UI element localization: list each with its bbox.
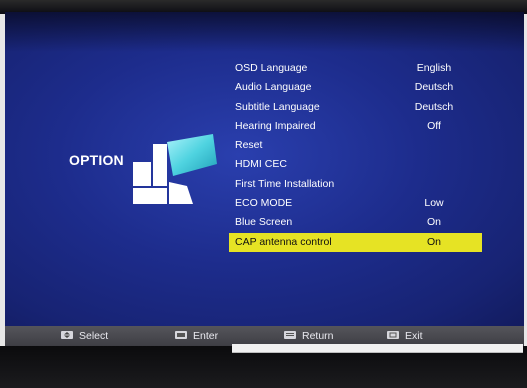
menu-item-first-time-installation[interactable]: First Time Installation (232, 175, 480, 194)
hint-return-label: Return (302, 330, 334, 342)
menu-item-label: HDMI CEC (235, 158, 287, 171)
menu-item-label: Audio Language (235, 81, 312, 94)
exit-key-icon (387, 331, 399, 340)
menu-item-cap-antenna-control[interactable]: CAP antenna control On (229, 232, 482, 252)
menu-item-osd-language[interactable]: OSD Language English (232, 59, 480, 78)
hint-exit[interactable]: Exit (387, 326, 423, 346)
option-cube-icon (133, 134, 217, 204)
hint-select[interactable]: Select (61, 326, 108, 346)
menu-item-label: OSD Language (235, 62, 308, 74)
hint-enter[interactable]: Enter (175, 326, 218, 346)
menu-item-value: English (416, 62, 452, 74)
menu-item-subtitle-language[interactable]: Subtitle Language Deutsch (232, 98, 480, 117)
menu-item-value: Off (427, 119, 441, 132)
menu-item-value: Deutsch (414, 81, 454, 94)
menu-item-reset[interactable]: Reset (232, 136, 480, 155)
menu-item-label: First Time Installation (235, 177, 335, 190)
menu-item-blue-screen[interactable]: Blue Screen On (232, 213, 480, 232)
tv-screen: OPTION OSD Language English Audio Langua… (5, 12, 524, 330)
menu-key-icon (284, 331, 296, 340)
hint-select-label: Select (79, 330, 109, 342)
menu-item-label: Reset (235, 139, 263, 152)
hint-enter-label: Enter (193, 330, 219, 342)
ok-key-icon (175, 331, 187, 340)
menu-item-hearing-impaired[interactable]: Hearing Impaired Off (232, 117, 480, 136)
up-down-key-icon (61, 331, 73, 340)
menu-item-label: CAP antenna control (235, 235, 332, 248)
menu-item-label: Blue Screen (235, 216, 293, 229)
menu-item-value: Deutsch (414, 100, 454, 113)
menu-item-value: On (426, 235, 441, 248)
option-menu: OSD Language English Audio Language Deut… (229, 59, 482, 252)
menu-item-value: On (426, 216, 441, 229)
key-hint-bar: Select Enter Return Exit (5, 326, 524, 346)
hint-exit-label: Exit (405, 330, 423, 342)
paper-edge (232, 344, 523, 353)
menu-item-eco-mode[interactable]: ECO MODE Low (232, 194, 480, 213)
hint-return[interactable]: Return (284, 326, 334, 346)
photo-frame: OPTION OSD Language English Audio Langua… (0, 0, 527, 388)
screen-glare (5, 12, 524, 52)
page-title: OPTION (69, 152, 124, 168)
menu-item-label: Subtitle Language (235, 100, 320, 113)
menu-item-label: Hearing Impaired (235, 119, 316, 132)
menu-item-audio-language[interactable]: Audio Language Deutsch (232, 78, 480, 97)
menu-item-hdmi-cec[interactable]: HDMI CEC (232, 155, 480, 174)
menu-item-value: Low (424, 197, 444, 210)
menu-item-label: ECO MODE (235, 197, 293, 210)
